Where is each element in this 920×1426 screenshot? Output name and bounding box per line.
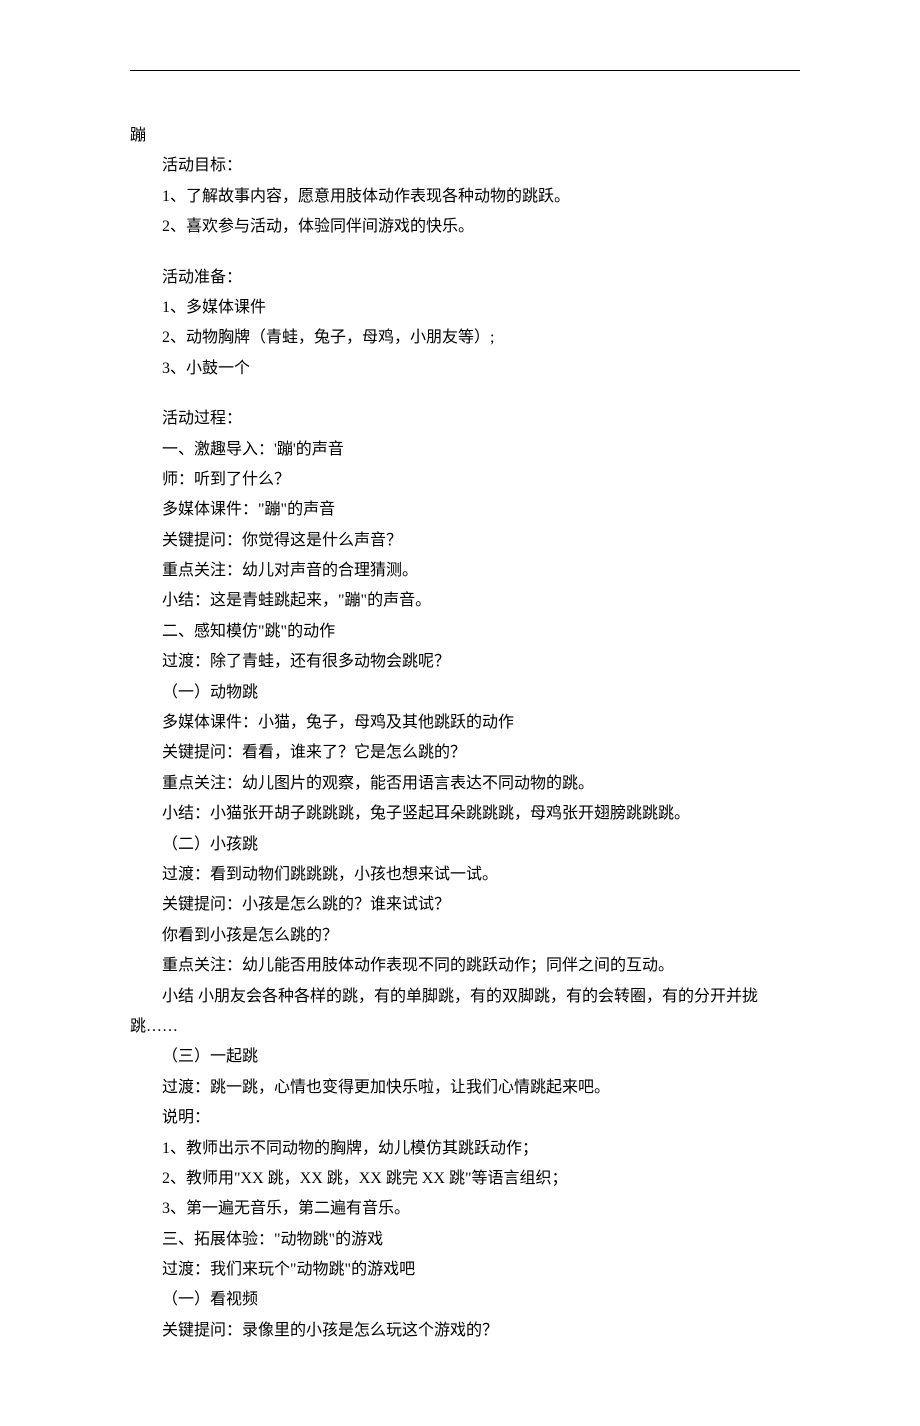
prep-heading: 活动准备： [130,263,800,293]
prep-item: 1、多媒体课件 [130,293,800,323]
process-line: 过渡：跳一跳，心情也变得更加快乐啦，让我们心情跳起来吧。 [130,1073,800,1103]
process-line: 小结：小猫张开胡子跳跳跳，兔子竖起耳朵跳跳跳，母鸡张开翅膀跳跳跳。 [130,799,800,829]
document-page: 蹦 活动目标： 1、了解故事内容，愿意用肢体动作表现各种动物的跳跃。 2、喜欢参… [0,0,920,1426]
process-line: 一、激趣导入：'蹦'的声音 [130,435,800,465]
process-line: （一）看视频 [130,1285,800,1315]
process-line: 2、教师用"XX 跳，XX 跳，XX 跳完 XX 跳"等语言组织； [130,1164,800,1194]
process-summary-hanging: 小结 小朋友会各种各样的跳，有的单脚跳，有的双脚跳，有的会转圈，有的分开并拢跳…… [130,982,800,1043]
process-line: 重点关注：幼儿对声音的合理猜测。 [130,556,800,586]
process-line: 过渡：我们来玩个"动物跳"的游戏吧 [130,1255,800,1285]
process-line: 重点关注：幼儿能否用肢体动作表现不同的跳跃动作；同伴之间的互动。 [130,951,800,981]
process-line: 关键提问：录像里的小孩是怎么玩这个游戏的？ [130,1316,800,1346]
prep-item: 2、动物胸牌（青蛙，兔子，母鸡，小朋友等）; [130,323,800,353]
process-line: （三）一起跳 [130,1042,800,1072]
goals-item: 1、了解故事内容，愿意用肢体动作表现各种动物的跳跃。 [130,182,800,212]
process-line: 关键提问：你觉得这是什么声音？ [130,526,800,556]
process-line: 多媒体课件：小猫，兔子，母鸡及其他跳跃的动作 [130,708,800,738]
process-line: （二）小孩跳 [130,830,800,860]
process-heading: 活动过程： [130,404,800,434]
process-line: 二、感知模仿"跳"的动作 [130,617,800,647]
process-line: 师：听到了什么？ [130,465,800,495]
process-line: 小结：这是青蛙跳起来，"蹦"的声音。 [130,586,800,616]
doc-title: 蹦 [130,121,800,151]
process-line: 关键提问：看看，谁来了？它是怎么跳的？ [130,738,800,768]
process-line: 重点关注：幼儿图片的观察，能否用语言表达不同动物的跳。 [130,769,800,799]
process-line: （一）动物跳 [130,678,800,708]
goals-heading: 活动目标： [130,151,800,181]
process-line: 你看到小孩是怎么跳的？ [130,921,800,951]
process-line: 三、拓展体验："动物跳"的游戏 [130,1225,800,1255]
goals-item: 2、喜欢参与活动，体验同伴间游戏的快乐。 [130,212,800,242]
process-line: 1、教师出示不同动物的胸牌，幼儿模仿其跳跃动作； [130,1134,800,1164]
process-section: 活动过程： 一、激趣导入：'蹦'的声音 师：听到了什么？ 多媒体课件："蹦"的声… [130,404,800,1346]
prep-section: 活动准备： 1、多媒体课件 2、动物胸牌（青蛙，兔子，母鸡，小朋友等）; 3、小… [130,263,800,385]
header-rule [130,70,800,71]
process-line: 过渡：看到动物们跳跳跳，小孩也想来试一试。 [130,860,800,890]
process-line: 多媒体课件："蹦"的声音 [130,495,800,525]
goals-section: 活动目标： 1、了解故事内容，愿意用肢体动作表现各种动物的跳跃。 2、喜欢参与活… [130,151,800,242]
process-line: 过渡：除了青蛙，还有很多动物会跳呢？ [130,647,800,677]
process-line: 关键提问：小孩是怎么跳的？谁来试试？ [130,890,800,920]
prep-item: 3、小鼓一个 [130,354,800,384]
process-line: 3、第一遍无音乐，第二遍有音乐。 [130,1194,800,1224]
process-line: 说明： [130,1103,800,1133]
